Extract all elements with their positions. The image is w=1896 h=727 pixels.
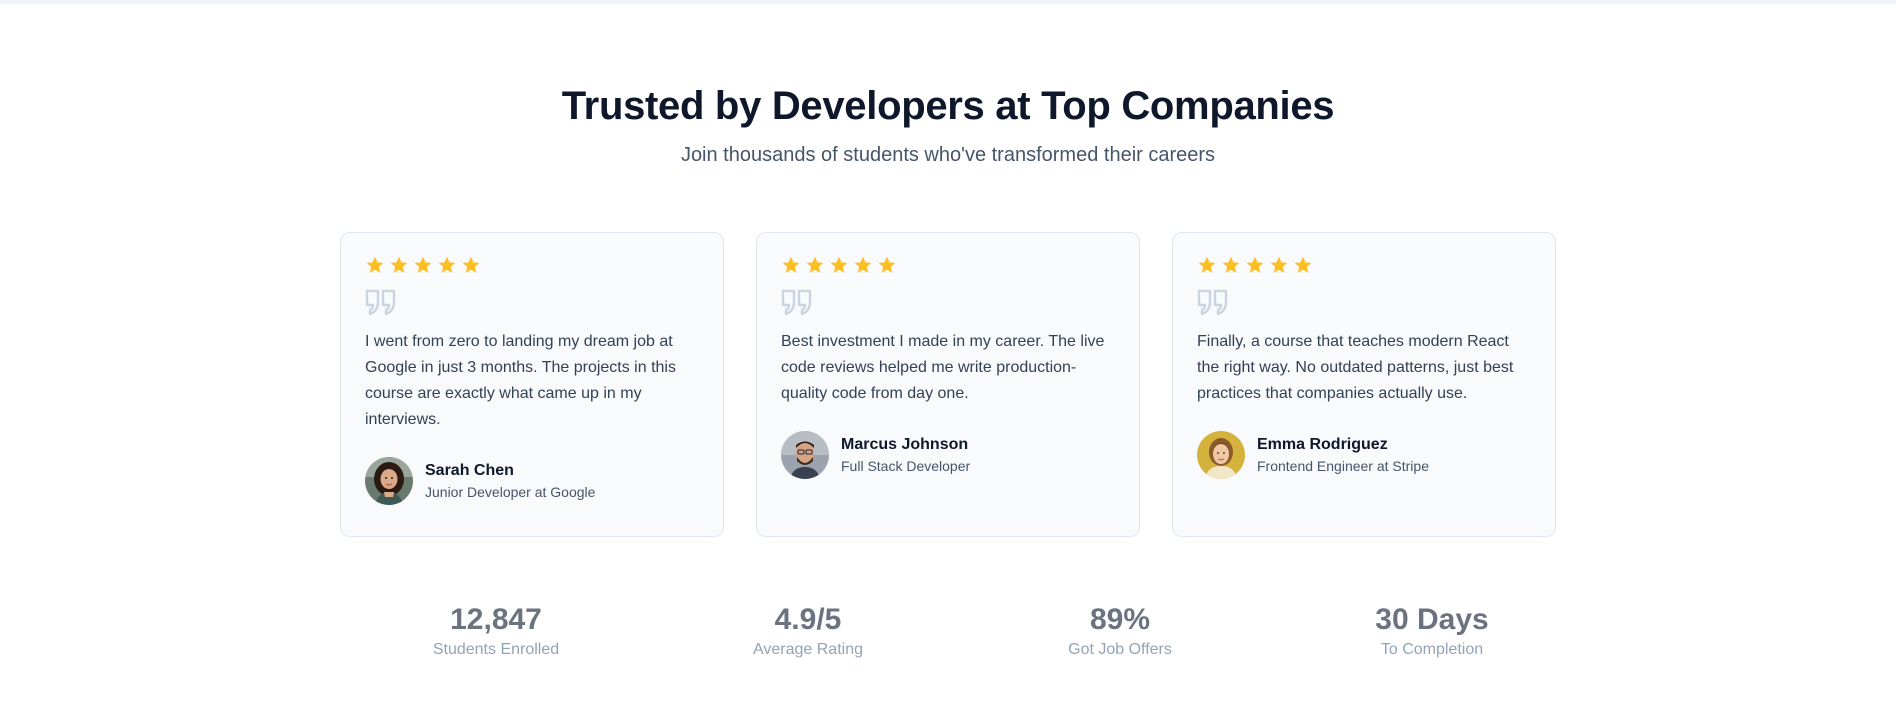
stat-average-rating: 4.9/5 Average Rating (652, 602, 964, 660)
testimonial-card: I went from zero to landing my dream job… (340, 232, 724, 537)
testimonial-text: I went from zero to landing my dream job… (365, 333, 676, 428)
testimonial-card: Best investment I made in my career. The… (756, 232, 1140, 537)
testimonial-text: Finally, a course that teaches modern Re… (1197, 333, 1514, 402)
testimonial-cards: I went from zero to landing my dream job… (340, 232, 1556, 537)
stat-label: Got Job Offers (1068, 641, 1172, 658)
testimonial-author: Sarah Chen Junior Developer at Google (365, 457, 699, 505)
quote-icon (365, 289, 396, 316)
star-icon (462, 256, 480, 273)
quote-icon (1197, 289, 1228, 316)
avatar (365, 457, 413, 505)
star-icon (414, 256, 432, 273)
testimonial-author: Emma Rodriguez Frontend Engineer at Stri… (1197, 431, 1531, 479)
testimonials-header: Trusted by Developers at Top Companies J… (0, 84, 1896, 168)
author-role: Junior Developer at Google (425, 484, 596, 500)
star-icon (1294, 256, 1312, 273)
star-rating (1197, 255, 1531, 277)
stats-row: 12,847 Students Enrolled 4.9/5 Average R… (340, 602, 1588, 660)
star-icon (1270, 256, 1288, 273)
star-icon (854, 256, 872, 273)
stat-value: 4.9/5 (774, 603, 842, 636)
star-icon (830, 256, 848, 273)
stat-completion: 30 Days To Completion (1276, 602, 1588, 660)
author-name: Marcus Johnson (841, 436, 969, 453)
section-title: Trusted by Developers at Top Companies (561, 84, 1335, 128)
star-icon (438, 256, 456, 273)
star-icon (1222, 256, 1240, 273)
star-icon (878, 256, 896, 273)
top-divider (0, 0, 1896, 4)
stat-value: 89% (1089, 603, 1151, 636)
stat-label: To Completion (1380, 641, 1484, 658)
stat-value: 30 Days (1375, 603, 1489, 636)
stat-label: Students Enrolled (432, 641, 560, 658)
author-name: Sarah Chen (425, 462, 514, 479)
star-icon (1198, 256, 1216, 273)
star-icon (366, 256, 384, 273)
stat-label: Average Rating (753, 641, 863, 658)
testimonial-card: Finally, a course that teaches modern Re… (1172, 232, 1556, 537)
avatar (1197, 431, 1245, 479)
star-rating (781, 255, 1115, 277)
stat-students-enrolled: 12,847 Students Enrolled (340, 602, 652, 660)
author-role: Full Stack Developer (841, 458, 971, 474)
stat-job-offers: 89% Got Job Offers (964, 602, 1276, 660)
author-name: Emma Rodriguez (1257, 436, 1388, 453)
testimonial-text: Best investment I made in my career. The… (781, 333, 1105, 402)
star-rating (365, 255, 699, 277)
star-icon (782, 256, 800, 273)
section-subtitle: Join thousands of students who've transf… (680, 144, 1216, 166)
stat-value: 12,847 (450, 603, 542, 636)
avatar (781, 431, 829, 479)
quote-icon (781, 289, 812, 316)
star-icon (1246, 256, 1264, 273)
star-icon (390, 256, 408, 273)
star-icon (806, 256, 824, 273)
testimonial-author: Marcus Johnson Full Stack Developer (781, 431, 1115, 479)
author-role: Frontend Engineer at Stripe (1257, 458, 1429, 474)
